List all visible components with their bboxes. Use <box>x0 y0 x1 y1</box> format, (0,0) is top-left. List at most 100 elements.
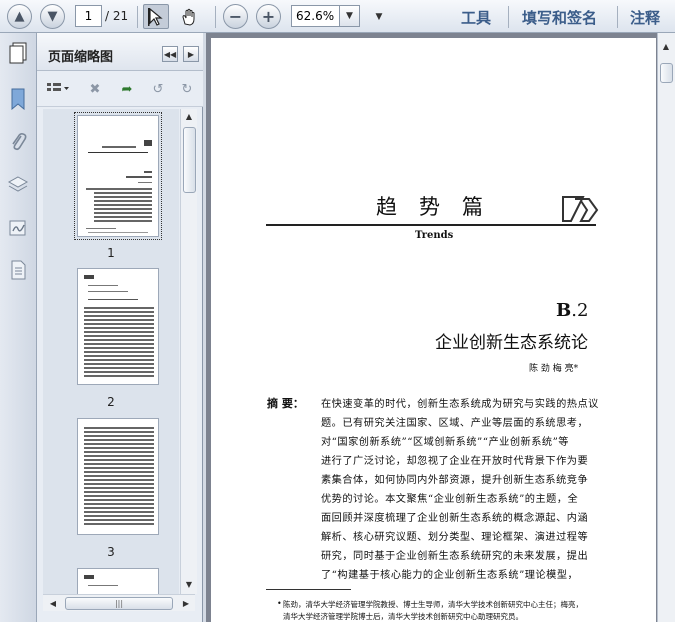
footnote-divider <box>266 589 351 590</box>
section-divider <box>266 224 596 226</box>
abstract-line: 进行了广泛讨论，却忽视了企业在开放时代背景下作为要 <box>321 456 589 467</box>
double-chevron-left-icon: ◀◀ <box>163 49 177 59</box>
signatures-button[interactable] <box>6 216 30 240</box>
doc-scroll-up-button[interactable]: ▲ <box>658 39 674 53</box>
chevron-right-icon: ▶ <box>187 49 195 59</box>
zoom-dropdown-button[interactable]: ▼ <box>339 5 360 27</box>
cursor-icon <box>148 7 163 26</box>
bookmark-icon <box>11 88 25 110</box>
bookmarks-button[interactable] <box>6 87 30 111</box>
thumbnail-label: 2 <box>107 395 115 409</box>
tools-button[interactable]: 工具 <box>461 7 491 28</box>
chapter-title: 企业创新生态系统论 <box>435 333 588 353</box>
expand-panel-button[interactable]: ▶ <box>183 46 199 62</box>
toolbar-divider <box>137 6 138 28</box>
navigation-rail <box>0 33 37 622</box>
page-number-input[interactable]: 1 <box>75 5 102 27</box>
zoom-in-button[interactable]: + <box>256 4 281 29</box>
scroll-left-button[interactable]: ◀ <box>45 596 61 610</box>
document-scrollbar[interactable]: ▲ <box>657 33 675 622</box>
next-page-button[interactable]: ▼ <box>40 4 65 29</box>
arrow-up-icon: ▲ <box>14 9 25 24</box>
fill-and-sign-button[interactable]: 填写和签名 <box>522 7 597 28</box>
page-thumbnail[interactable] <box>77 418 159 535</box>
pages-icon <box>9 42 27 64</box>
triangle-up-icon: ▲ <box>662 41 670 51</box>
footnote-marker: • <box>277 599 282 608</box>
panel-title: 页面缩略图 <box>48 50 114 65</box>
triangle-left-icon: ◀ <box>49 598 57 608</box>
document-page: 趋势篇 Trends B.2 企业创新生态系统论 陈 劲 梅 亮* 摘 要： 在… <box>211 38 656 622</box>
abstract-line: 题。已有研究关注国家、区域、产业等层面的系统思考， <box>321 418 589 429</box>
thumbnail-options-button[interactable] <box>45 79 71 99</box>
scroll-up-button[interactable]: ▲ <box>181 109 197 123</box>
triangle-up-icon: ▲ <box>185 111 193 121</box>
authors: 陈 劲 梅 亮* <box>529 364 579 374</box>
triangle-right-icon: ▶ <box>182 598 190 608</box>
page-thumbnails-panel: 页面缩略图 ◀◀ ▶ ✖ ➦ ↺ ↻ 1 2 3 ▲ ▼ ◀ ||| ▶ <box>37 33 203 622</box>
zoom-level-input[interactable]: 62.6% <box>291 5 339 27</box>
scrollbar-thumb[interactable] <box>183 127 196 193</box>
caret-down-icon: ▼ <box>375 11 383 22</box>
abstract-label: 摘 要： <box>267 397 304 410</box>
rotate-left-icon: ↺ <box>152 81 164 97</box>
chevron-down-icon: ▼ <box>346 11 353 21</box>
previous-page-button[interactable]: ▲ <box>7 4 32 29</box>
main-toolbar: ▲ ▼ 1 / 21 − + 62.6% ▼ ▼ 工具 填写和签名 注释 <box>0 0 675 33</box>
collapse-panel-button[interactable]: ◀◀ <box>162 46 178 62</box>
footnote-line: 陈劲，清华大学经济管理学院教授、博士生导师，清华大学技术创新研究中心主任；梅亮， <box>283 600 583 609</box>
extract-page-button[interactable]: ➦ <box>117 79 137 99</box>
page-thumbnail[interactable] <box>74 112 162 240</box>
pages-panel-button[interactable] <box>6 41 30 65</box>
delete-page-button[interactable]: ✖ <box>85 79 105 99</box>
hscrollbar-thumb[interactable]: ||| <box>65 597 173 610</box>
thumbnail-scrollbar[interactable]: ▲ ▼ <box>180 109 197 594</box>
hand-tool-button[interactable] <box>176 4 202 29</box>
layers-icon <box>7 176 29 192</box>
select-tool-button[interactable] <box>143 4 169 29</box>
scroll-right-button[interactable]: ▶ <box>178 596 194 610</box>
thumbnail-toolbar: ✖ ➦ ↺ ↻ <box>37 71 203 107</box>
panel-header: 页面缩略图 ◀◀ ▶ <box>37 33 203 71</box>
abstract-line: 优势的讨论。本文聚焦“企业创新生态系统”的主题，全 <box>321 494 579 505</box>
attachments-button[interactable] <box>6 130 30 154</box>
triangle-down-icon: ▼ <box>185 579 193 589</box>
comment-button[interactable]: 注释 <box>630 7 660 28</box>
rotate-right-icon: ↻ <box>181 81 193 97</box>
zoom-out-button[interactable]: − <box>223 4 248 29</box>
layers-button[interactable] <box>6 173 30 197</box>
section-title-english: Trends <box>415 230 454 241</box>
grip-icon: ||| <box>114 599 124 608</box>
thumbnail-label: 3 <box>107 545 115 559</box>
thumbnail-label: 1 <box>107 246 115 260</box>
paperclip-icon <box>12 133 27 151</box>
thumbnail-hscrollbar[interactable]: ◀ ||| ▶ <box>43 594 195 611</box>
abstract-line: 面回顾并深度梳理了企业创新生态系统的概念源起、内涵 <box>321 513 589 524</box>
thumbnail-list: 1 2 3 <box>43 109 179 602</box>
abstract-line: 了“构建基于核心能力的企业创新生态系统”理论模型， <box>321 570 579 581</box>
abstract-line: 对“国家创新系统”“区域创新系统”“产业创新系统”等 <box>321 437 569 448</box>
plus-icon: + <box>261 7 276 26</box>
scroll-down-button[interactable]: ▼ <box>181 577 197 591</box>
more-tools-button[interactable]: ▼ <box>366 4 392 29</box>
document-icon <box>11 260 26 280</box>
page-total: / 21 <box>105 9 129 23</box>
list-options-icon <box>47 83 69 91</box>
rotate-right-button[interactable]: ↻ <box>177 79 197 99</box>
abstract-line: 在快速变革的时代，创新生态系统成为研究与实践的热点议 <box>321 399 599 410</box>
extract-icon: ➦ <box>121 81 133 97</box>
abstract-line: 研究，同时基于企业创新生态系统研究的未来发展，提出 <box>321 551 589 562</box>
hand-icon <box>182 8 195 26</box>
toolbar-divider <box>508 6 509 28</box>
toolbar-divider <box>215 6 216 28</box>
report-number: B.2 <box>556 300 589 321</box>
footnote-line: 清华大学经济管理学院博士后，清华大学技术创新研究中心助理研究员。 <box>283 612 523 621</box>
rotate-left-button[interactable]: ↺ <box>148 79 168 99</box>
doc-scrollbar-thumb[interactable] <box>660 63 673 83</box>
section-logo <box>561 193 599 228</box>
arrow-down-icon: ▼ <box>47 9 58 24</box>
page-thumbnail[interactable] <box>77 268 159 385</box>
signature-icon <box>9 220 26 236</box>
content-button[interactable] <box>6 258 30 282</box>
delete-page-icon: ✖ <box>89 81 101 97</box>
